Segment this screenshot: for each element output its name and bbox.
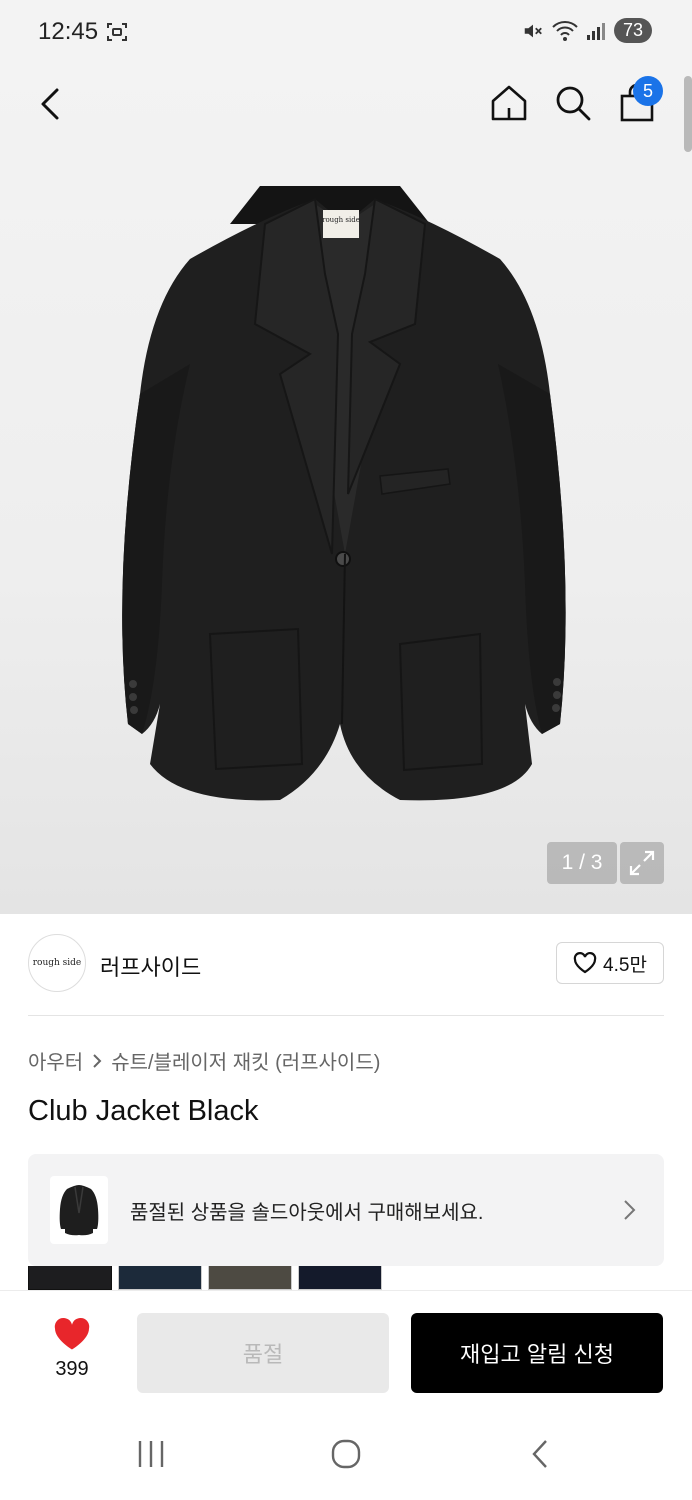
soldout-thumbnail [50,1176,108,1244]
mute-icon [524,24,542,37]
product-title: Club Jacket Black [28,1095,259,1127]
jacket-tag-text: rough side [322,216,360,224]
wish-count: 399 [55,1358,89,1380]
search-button[interactable] [548,78,598,128]
status-time: 12:45 [38,18,99,45]
signal-icon [587,22,605,40]
restock-alert-button[interactable]: 재입고 알림 신청 [411,1313,663,1393]
chevron-right-icon [624,1200,636,1220]
brand-name[interactable]: 러프사이드 [100,950,201,982]
heart-outline-icon [573,952,597,974]
brand-logo[interactable]: rough side [28,934,86,992]
soldout-banner[interactable]: 품절된 상품을 솔드아웃에서 구매해보세요. [28,1154,664,1266]
soldout-banner-text: 품절된 상품을 솔드아웃에서 구매해보세요. [130,1202,484,1224]
soldout-button[interactable]: 품절 [137,1313,389,1393]
brand-like-button[interactable]: 4.5만 [556,942,664,984]
system-navigation-bar [0,1412,692,1500]
home-system-button[interactable] [316,1432,376,1476]
color-option-charcoal[interactable] [208,1266,292,1290]
color-options [28,1266,382,1290]
color-option-dark-navy[interactable] [298,1266,382,1290]
expand-icon [629,850,655,876]
status-bar: 12:45 73 [0,0,692,64]
chevron-right-icon [93,1053,102,1068]
color-option-navy[interactable] [118,1266,202,1290]
scrollbar[interactable] [684,76,692,152]
breadcrumb-category[interactable]: 아우터 [28,1046,83,1075]
image-pager: 1 / 3 [547,842,617,884]
back-system-icon [532,1440,547,1468]
jacket-thumbnail-icon [59,1185,99,1236]
brand-like-count: 4.5만 [603,954,647,976]
back-button[interactable] [28,80,76,128]
recent-apps-button[interactable] [121,1432,181,1476]
home-icon [491,85,527,121]
wish-button[interactable]: 399 [40,1317,104,1381]
home-button[interactable] [484,78,534,128]
product-image-gallery[interactable]: 5 rough side 1 / 3 [0,64,692,914]
bottom-action-bar: 399 품절 재입고 알림 신청 [0,1290,692,1412]
wifi-icon [552,20,578,41]
status-icons: 73 [522,18,652,43]
divider [28,1015,664,1016]
brand-row[interactable]: rough side 러프사이드 4.5만 [28,934,664,994]
screenshot-icon [107,23,127,41]
home-circle-icon [331,1439,361,1469]
chevron-left-icon [41,88,59,120]
back-system-button[interactable] [510,1432,570,1476]
heart-filled-icon [54,1317,90,1350]
search-icon [556,86,591,121]
cart-count-badge: 5 [633,76,663,106]
breadcrumb: 아우터 슈트/블레이저 재킷 (러프사이드) [28,1046,380,1075]
breadcrumb-subcategory[interactable]: 슈트/블레이저 재킷 (러프사이드) [111,1046,380,1075]
product-image: rough side [122,186,566,801]
battery-level: 73 [614,18,652,43]
color-option-black[interactable] [28,1266,112,1290]
recent-apps-icon [138,1441,164,1467]
expand-image-button[interactable] [620,842,664,884]
